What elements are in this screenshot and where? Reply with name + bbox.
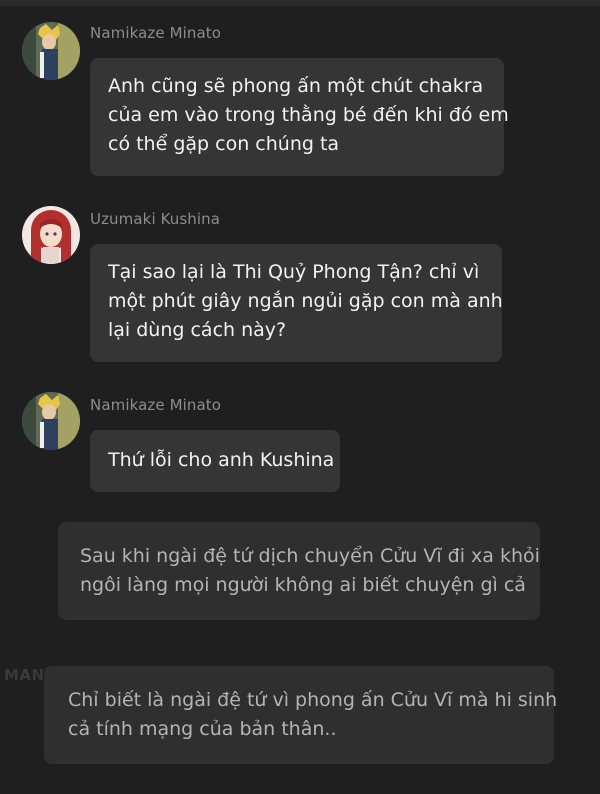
minato-avatar[interactable] [22,392,80,450]
sender-name: Namikaze Minato [90,24,222,42]
message-line: lại dùng cách này? [108,319,287,341]
minato-avatar-image [22,392,80,450]
chat-screen: Namikaze Minato Anh cũng sẽ phong ấn một… [0,0,600,794]
message-line: một phút giây ngắn ngủi gặp con mà anh [108,290,503,312]
message-line: Tại sao lại là Thi Quỷ Phong Tận? chỉ vì [108,261,480,283]
message-line: Anh cũng sẽ phong ấn một chút chakra [108,75,484,97]
narration-box: Sau khi ngài đệ tứ dịch chuyển Cửu Vĩ đi… [58,522,540,620]
message-line: có thể gặp con chúng ta [108,133,340,155]
sender-name: Uzumaki Kushina [90,210,221,228]
narration-box: Chỉ biết là ngài đệ tứ vì phong ấn Cửu V… [44,666,558,764]
minato-avatar-image [22,22,80,80]
minato-avatar[interactable] [22,22,80,80]
sender-name: Namikaze Minato [90,396,222,414]
kushina-avatar[interactable] [22,206,80,264]
narration-line: Chỉ biết là ngài đệ tứ vì phong ấn Cửu V… [68,689,558,711]
message-bubble: Anh cũng sẽ phong ấn một chút chakra của… [90,58,509,176]
narration-line: ngôi làng mọi người không ai biết chuyện… [80,574,526,596]
message-bubble: Thứ lỗi cho anh Kushina [90,430,340,492]
message-line: của em vào trong thằng bé đến khi đó em [108,104,509,126]
top-divider [0,0,600,6]
narration-line: cả tính mạng của bản thân.. [68,718,337,740]
message-line: Thứ lỗi cho anh Kushina [108,449,335,471]
narration-line: Sau khi ngài đệ tứ dịch chuyển Cửu Vĩ đi… [80,545,540,567]
message-bubble: Tại sao lại là Thi Quỷ Phong Tận? chỉ vì… [90,244,503,362]
kushina-avatar-image [22,206,80,264]
